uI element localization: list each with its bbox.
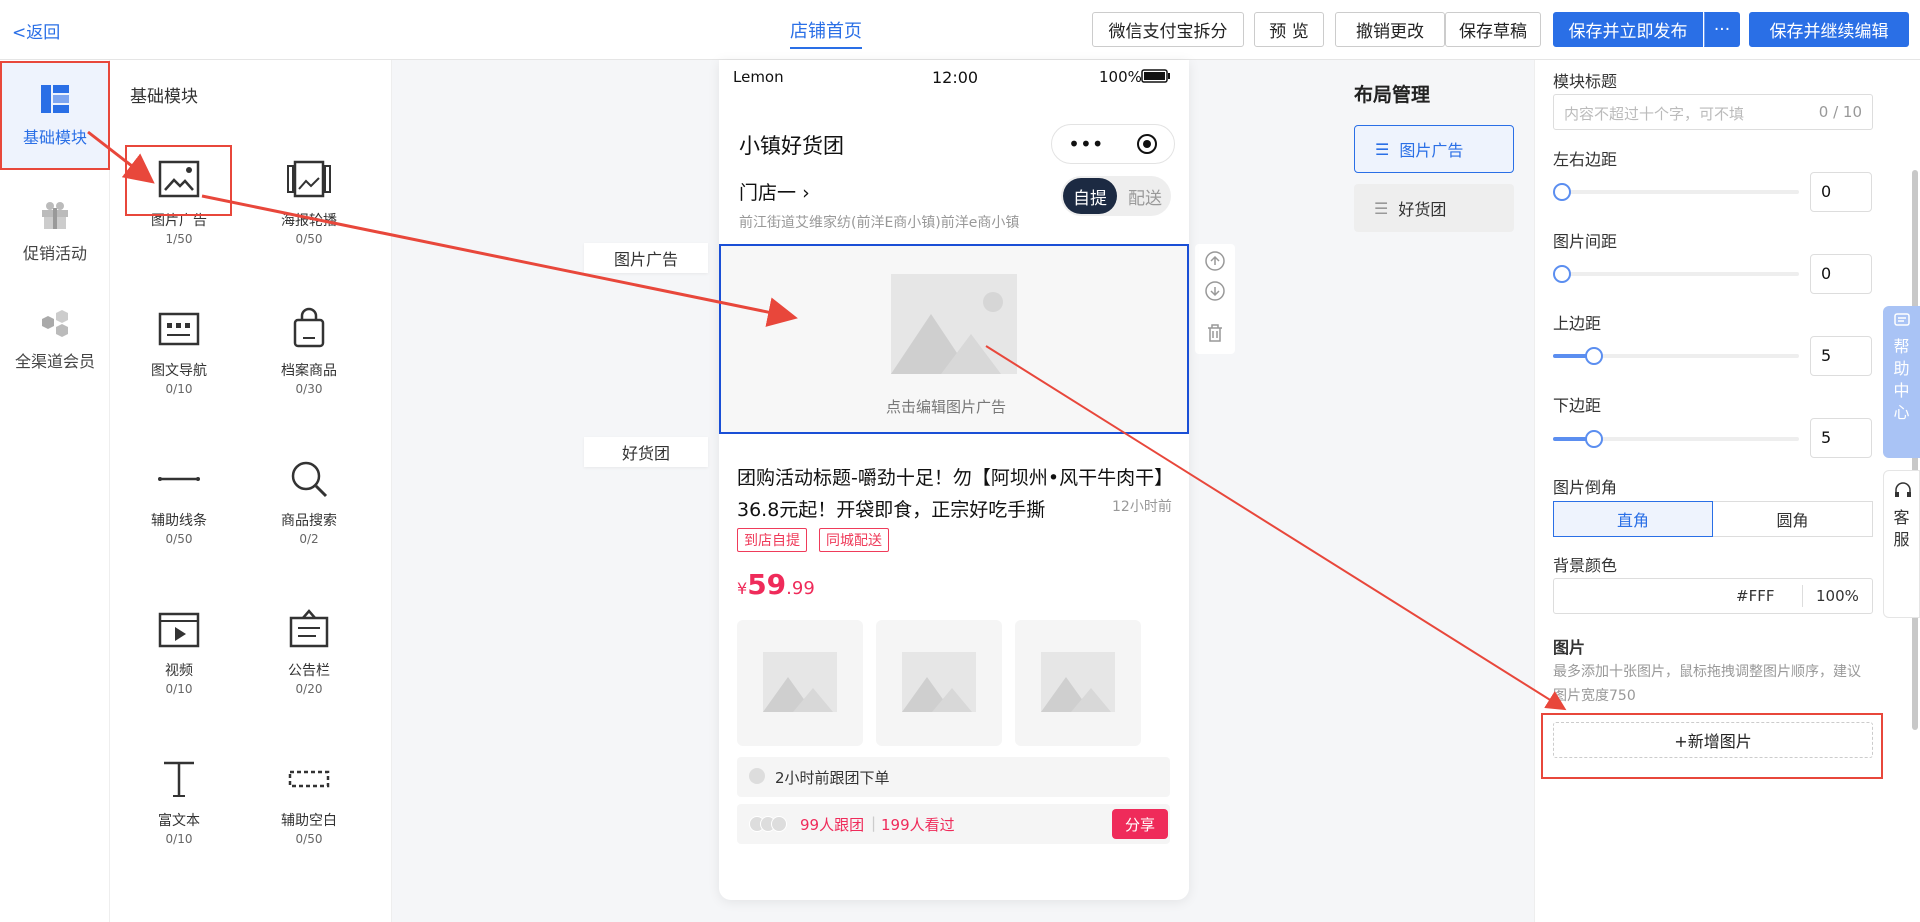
arrow-canvas-to-add-image [985, 345, 1567, 711]
annotation-arrows [87, 130, 1567, 711]
arrow-nav-to-module [87, 130, 155, 184]
arrow-module-to-canvas [201, 194, 798, 327]
